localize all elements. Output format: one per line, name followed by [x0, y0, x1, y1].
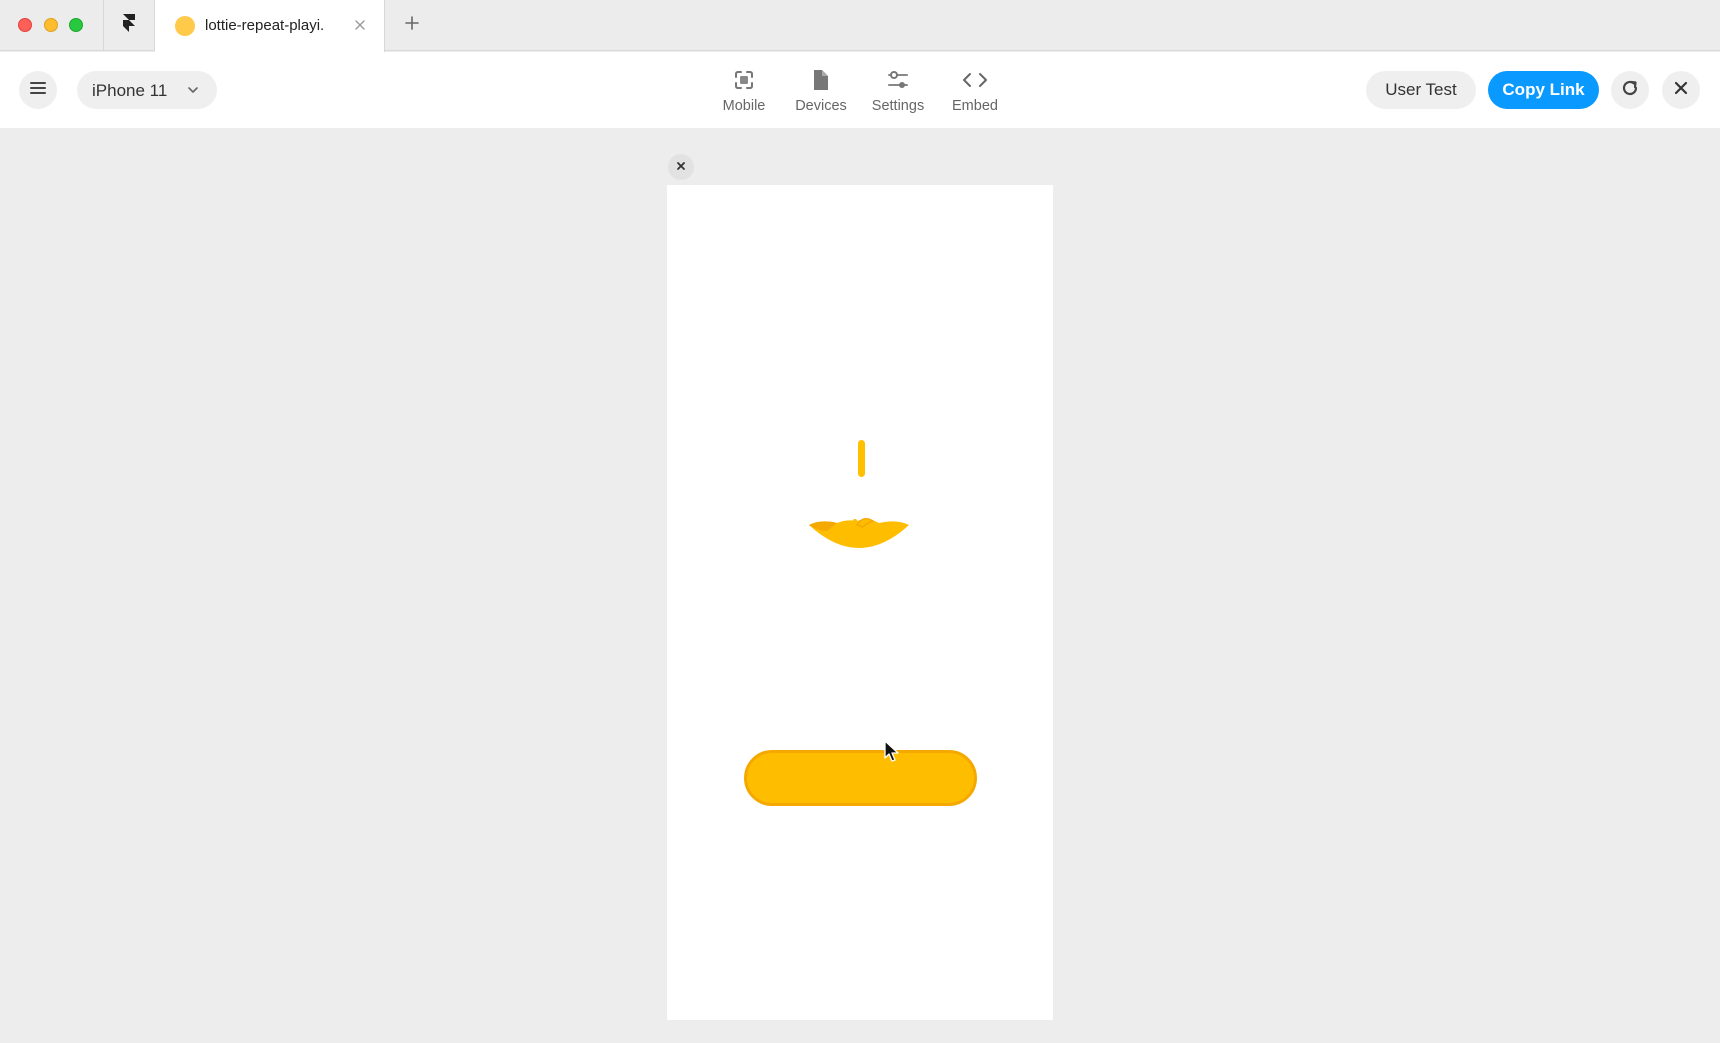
preview-toolbar: iPhone 11 Mobile Devices Settings Embed … — [0, 52, 1720, 128]
copy-link-button[interactable]: Copy Link — [1488, 71, 1599, 109]
tool-mobile[interactable]: Mobile — [704, 62, 784, 122]
tab-title: lottie-repeat-playi. — [205, 17, 325, 34]
devices-icon — [811, 66, 831, 94]
menu-button[interactable] — [19, 71, 57, 109]
plus-icon — [405, 15, 419, 35]
bowl-animation — [807, 515, 911, 566]
close-preview-button[interactable] — [1662, 71, 1700, 109]
refresh-button[interactable] — [1611, 71, 1649, 109]
tool-embed[interactable]: Embed — [935, 62, 1015, 122]
device-preview-frame — [667, 185, 1053, 1020]
tab-close-icon[interactable] — [350, 15, 370, 35]
mouse-cursor-icon — [884, 740, 900, 769]
tool-settings-label: Settings — [871, 98, 925, 114]
tool-settings[interactable]: Settings — [858, 62, 938, 122]
device-select-value: iPhone 11 — [92, 81, 168, 100]
close-icon — [1674, 81, 1688, 100]
chevron-down-icon — [187, 83, 199, 101]
new-tab-button[interactable] — [400, 13, 424, 37]
falling-drop — [858, 440, 865, 477]
framer-logo-button[interactable] — [103, 0, 155, 51]
minimize-window-button[interactable] — [44, 18, 58, 32]
tool-devices[interactable]: Devices — [781, 62, 861, 122]
tool-mobile-label: Mobile — [722, 98, 766, 114]
close-window-button[interactable] — [18, 18, 32, 32]
browser-tab[interactable]: lottie-repeat-playi. — [155, 0, 385, 52]
frame-close-button[interactable] — [668, 154, 694, 180]
code-icon — [962, 66, 988, 94]
play-button[interactable] — [744, 750, 977, 806]
sliders-icon — [887, 66, 909, 94]
device-select[interactable]: iPhone 11 — [77, 71, 217, 109]
tool-devices-label: Devices — [795, 98, 847, 114]
tool-embed-label: Embed — [952, 98, 998, 114]
maximize-window-button[interactable] — [69, 18, 83, 32]
user-test-button[interactable]: User Test — [1366, 71, 1476, 109]
framer-logo-icon — [122, 13, 136, 38]
hamburger-icon — [30, 81, 46, 100]
close-icon — [676, 158, 686, 176]
refresh-icon — [1621, 79, 1639, 102]
mobile-frame-icon — [734, 66, 754, 94]
tab-favicon-icon — [175, 16, 195, 36]
title-bar: lottie-repeat-playi. — [0, 0, 1720, 52]
